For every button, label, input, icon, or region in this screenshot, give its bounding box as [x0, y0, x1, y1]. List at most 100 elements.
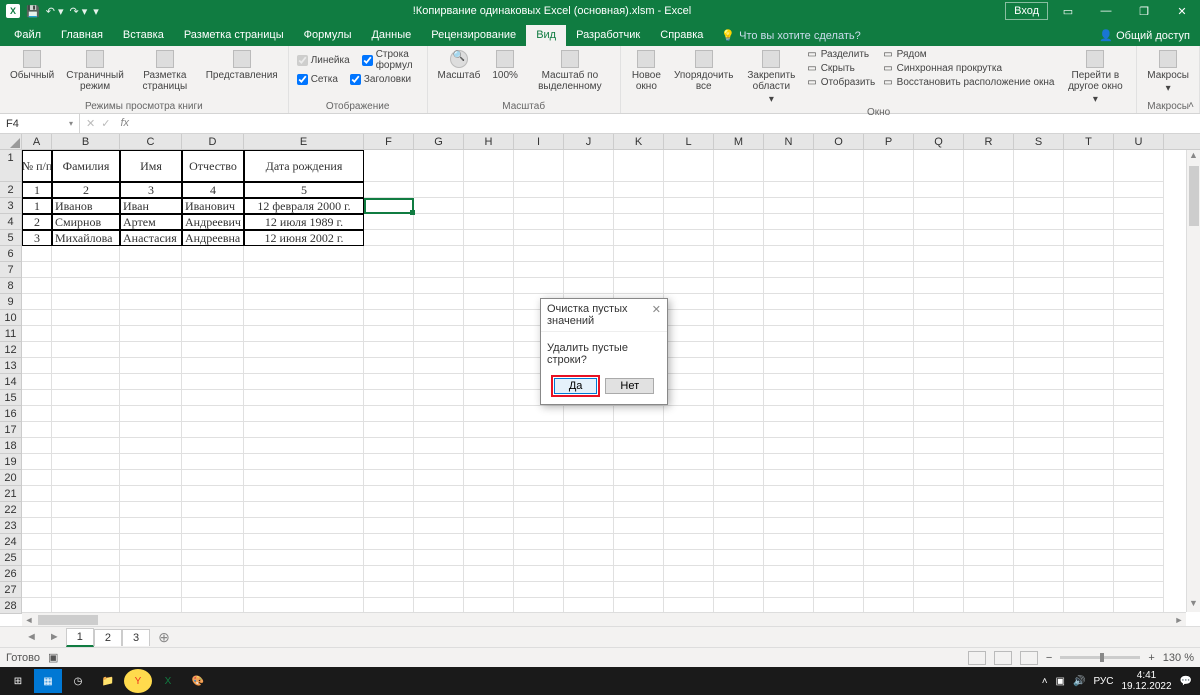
cell[interactable] [414, 246, 464, 262]
cell[interactable] [414, 438, 464, 454]
cell[interactable] [964, 358, 1014, 374]
cell[interactable] [1064, 342, 1114, 358]
cell[interactable] [120, 246, 182, 262]
row-header[interactable]: 1 [0, 150, 21, 182]
cell[interactable] [664, 406, 714, 422]
cell[interactable] [120, 406, 182, 422]
cell[interactable] [514, 182, 564, 198]
row-header[interactable]: 26 [0, 566, 21, 582]
cell[interactable] [714, 502, 764, 518]
cell[interactable] [564, 502, 614, 518]
row-header[interactable]: 2 [0, 182, 21, 198]
cell[interactable] [1064, 326, 1114, 342]
cell[interactable]: 3 [22, 230, 52, 246]
cell[interactable] [244, 246, 364, 262]
cell[interactable] [814, 198, 864, 214]
cell[interactable] [964, 566, 1014, 582]
cell[interactable] [614, 262, 664, 278]
cell[interactable] [864, 150, 914, 182]
cell[interactable] [464, 326, 514, 342]
cell[interactable] [914, 150, 964, 182]
clock[interactable]: 4:4119.12.2022 [1121, 670, 1171, 692]
row-header[interactable]: 27 [0, 582, 21, 598]
cell[interactable] [1014, 454, 1064, 470]
cell[interactable]: Анастасия [120, 230, 182, 246]
row-header[interactable]: 14 [0, 374, 21, 390]
cell[interactable] [564, 182, 614, 198]
start-icon[interactable]: ⊞ [4, 669, 32, 693]
cell[interactable] [22, 566, 52, 582]
column-header[interactable]: M [714, 134, 764, 149]
cell[interactable] [764, 550, 814, 566]
cell[interactable] [464, 262, 514, 278]
cell[interactable] [182, 518, 244, 534]
cell[interactable] [964, 294, 1014, 310]
cell[interactable] [814, 566, 864, 582]
cell[interactable] [1114, 214, 1164, 230]
cell[interactable] [120, 534, 182, 550]
cell[interactable] [414, 406, 464, 422]
cell[interactable] [182, 422, 244, 438]
pagebreak-view-icon[interactable] [1020, 651, 1038, 665]
cell[interactable] [764, 502, 814, 518]
cell[interactable] [1064, 198, 1114, 214]
cell[interactable] [664, 198, 714, 214]
cell[interactable] [182, 278, 244, 294]
cell[interactable] [182, 246, 244, 262]
cell[interactable] [914, 230, 964, 246]
cell[interactable] [1014, 230, 1064, 246]
zoom-level[interactable]: 130 % [1163, 652, 1194, 664]
cell[interactable] [614, 566, 664, 582]
ruler-checkbox[interactable]: Линейка [295, 48, 352, 72]
cell[interactable] [664, 262, 714, 278]
cell[interactable] [664, 374, 714, 390]
cell[interactable] [1114, 310, 1164, 326]
cell[interactable] [714, 278, 764, 294]
cell[interactable] [514, 582, 564, 598]
cell[interactable] [182, 502, 244, 518]
cell[interactable] [814, 294, 864, 310]
row-header[interactable]: 11 [0, 326, 21, 342]
cell[interactable] [614, 534, 664, 550]
cell[interactable] [364, 374, 414, 390]
cell[interactable] [764, 454, 814, 470]
sheet-nav-next-icon[interactable]: ► [43, 631, 66, 643]
cell[interactable] [664, 486, 714, 502]
cell[interactable] [244, 358, 364, 374]
reset-pos-button[interactable]: ▭ Восстановить расположение окна [881, 76, 1056, 89]
cell[interactable]: 1 [22, 198, 52, 214]
cell[interactable] [52, 342, 120, 358]
cell[interactable] [22, 342, 52, 358]
cell[interactable] [414, 454, 464, 470]
cell[interactable] [714, 230, 764, 246]
cell[interactable] [414, 422, 464, 438]
column-header[interactable]: L [664, 134, 714, 149]
cell[interactable] [414, 182, 464, 198]
cell[interactable] [864, 246, 914, 262]
cell[interactable] [464, 294, 514, 310]
cell[interactable] [864, 550, 914, 566]
cell[interactable] [514, 534, 564, 550]
cell[interactable] [814, 470, 864, 486]
cell[interactable] [664, 470, 714, 486]
cell[interactable] [714, 470, 764, 486]
cell[interactable] [714, 198, 764, 214]
cell[interactable] [1064, 278, 1114, 294]
cell[interactable] [914, 486, 964, 502]
cell[interactable] [1114, 342, 1164, 358]
arrange-button[interactable]: Упорядочить все [670, 48, 738, 94]
row-header[interactable]: 9 [0, 294, 21, 310]
cell[interactable] [1014, 566, 1064, 582]
cell[interactable] [914, 182, 964, 198]
cell[interactable] [914, 246, 964, 262]
cell[interactable] [964, 582, 1014, 598]
cell[interactable] [182, 582, 244, 598]
cell[interactable] [764, 374, 814, 390]
cell[interactable] [1014, 502, 1064, 518]
cell[interactable] [664, 214, 714, 230]
cell[interactable] [52, 390, 120, 406]
cell[interactable] [514, 150, 564, 182]
cell[interactable] [514, 406, 564, 422]
cell[interactable]: Артем [120, 214, 182, 230]
cell[interactable]: 3 [120, 182, 182, 198]
